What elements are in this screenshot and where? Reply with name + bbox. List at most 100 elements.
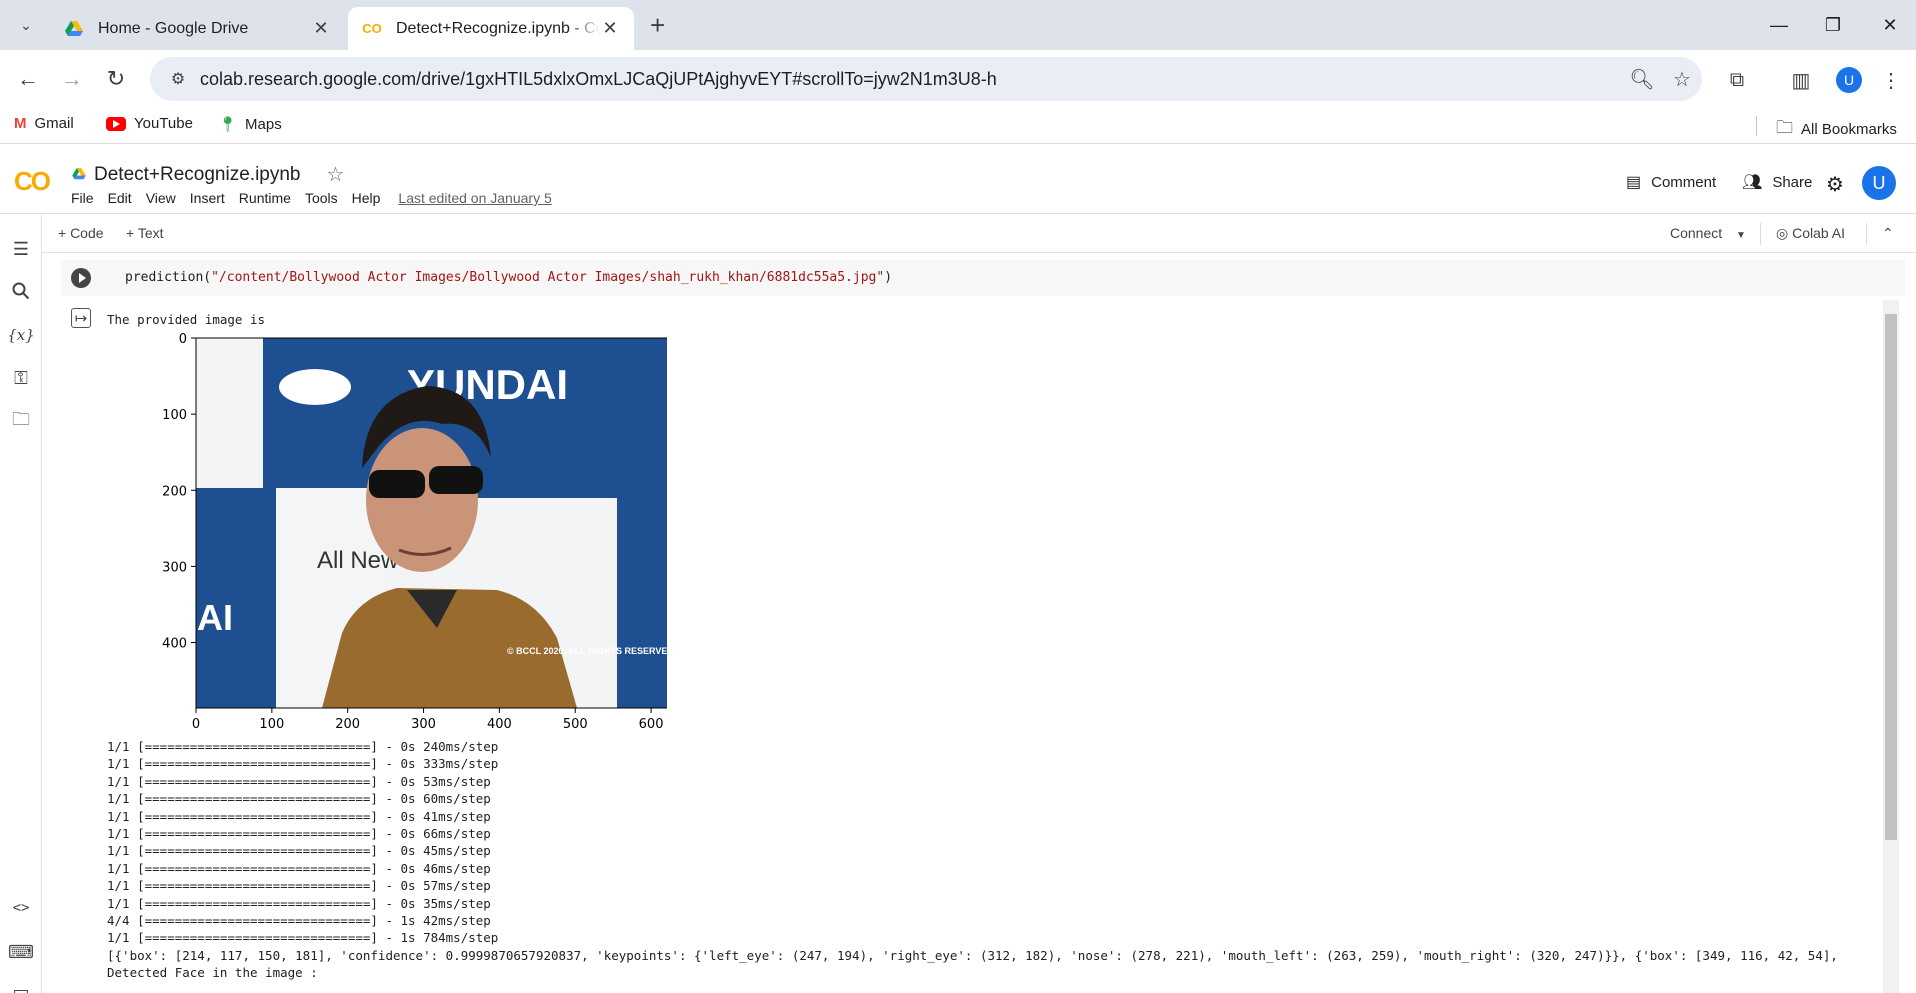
search-icon[interactable] — [8, 278, 34, 304]
colab-ai-label: Colab AI — [1792, 225, 1846, 241]
terminal-icon[interactable]: ▭ — [8, 979, 34, 993]
drive-icon — [72, 164, 86, 186]
add-code-button[interactable]: + Code — [58, 225, 104, 241]
share-button[interactable]: 👥︎ Share — [1742, 172, 1812, 192]
code-editor-line[interactable]: prediction("/content/Bollywood Actor Ima… — [125, 270, 892, 285]
folder-icon: 🗀 — [1776, 118, 1793, 137]
notebook-title[interactable]: Detect+Recognize.ipynb — [94, 164, 301, 186]
browser-toolbar: ← → ↻ ⚙ colab.research.google.com/drive/… — [0, 50, 1916, 108]
left-sidebar: ☰ {x} ⚿ 🗀 <> ⌨ ▭ — [0, 215, 42, 993]
bookmarks-bar: M Gmail YouTube 📍︎ Maps 🗀 All Bookmarks — [0, 108, 1916, 144]
log-line: [{'box': [214, 117, 150, 181], 'confiden… — [107, 947, 1838, 963]
tab-title: Home - Google Drive — [98, 19, 249, 37]
all-bookmarks[interactable]: 🗀 All Bookmarks — [1776, 115, 1897, 144]
files-folder-icon[interactable]: 🗀 — [8, 409, 34, 435]
menu-tools[interactable]: Tools — [305, 190, 338, 206]
connect-button[interactable]: Connect ▼ — [1670, 225, 1746, 241]
menu-view[interactable]: View — [146, 190, 176, 206]
forward-arrow-icon[interactable]: → — [55, 62, 89, 96]
comment-button[interactable]: ▤ Comment — [1626, 172, 1716, 192]
log-line: 1/1 [==============================] - 0… — [107, 808, 491, 824]
y-axis: 0 100 200 300 400 — [162, 332, 196, 652]
y-tick-label: 200 — [162, 484, 187, 499]
log-line: 4/4 [==============================] - 1… — [107, 913, 491, 929]
y-tick-label: 0 — [179, 332, 187, 347]
reload-icon[interactable]: ↻ — [99, 62, 133, 96]
close-tab-icon[interactable]: ✕ — [311, 18, 331, 39]
extensions-icon[interactable]: ⧉ — [1720, 63, 1754, 97]
bookmark-youtube[interactable]: YouTube — [106, 115, 193, 132]
all-bookmarks-label: All Bookmarks — [1801, 121, 1897, 138]
close-tab-icon[interactable]: ✕ — [600, 18, 620, 39]
last-edited-link[interactable]: Last edited on January 5 — [398, 190, 551, 206]
bookmark-star-icon[interactable]: ☆ — [1662, 67, 1702, 92]
copyright-watermark: © BCCL 2020. ALL RIGHTS RESERVED. — [507, 646, 667, 656]
add-text-button[interactable]: + Text — [126, 225, 164, 241]
run-cell-button[interactable] — [71, 268, 91, 288]
site-info-icon[interactable]: ⚙ — [156, 69, 200, 89]
log-line: 1/1 [==============================] - 0… — [107, 878, 491, 894]
gmail-icon: M — [14, 115, 27, 132]
url-text[interactable]: colab.research.google.com/drive/1gxHTIL5… — [200, 69, 1622, 90]
comment-label: Comment — [1651, 173, 1717, 191]
image-plot: YUNDAI All New AI © BCCL 2020. ALL RIGHT… — [162, 332, 667, 728]
tab-colab[interactable]: CO Detect+Recognize.ipynb - Colab ✕ — [348, 7, 634, 50]
photo-shah-rukh-khan: YUNDAI All New AI © BCCL 2020. ALL RIGHT… — [196, 338, 667, 708]
secrets-key-icon[interactable]: ⚿ — [8, 365, 34, 391]
code-string-literal: "/content/Bollywood Actor Images/Bollywo… — [211, 270, 885, 285]
log-line: 1/1 [==============================] - 0… — [107, 843, 491, 859]
colab-logo[interactable]: CO — [14, 166, 51, 197]
connect-label: Connect — [1670, 225, 1723, 241]
google-drive-icon — [64, 19, 84, 39]
tab-google-drive[interactable]: Home - Google Drive ✕ — [50, 7, 345, 50]
bookmark-label: YouTube — [134, 115, 193, 132]
variables-icon[interactable]: {x} — [7, 322, 35, 348]
new-tab-plus-icon[interactable]: + — [650, 12, 665, 38]
user-avatar[interactable]: U — [1862, 166, 1896, 200]
output-menu-icon[interactable]: ↦ — [71, 308, 91, 328]
comment-icon: ▤ — [1626, 174, 1642, 191]
bookmark-separator — [1756, 116, 1757, 136]
tab-search-chevron-icon[interactable]: ⌄ — [10, 10, 42, 40]
bookmark-label: Maps — [245, 115, 282, 133]
share-label: Share — [1772, 173, 1813, 191]
output-scrollbar[interactable] — [1883, 300, 1899, 993]
tab-title: Detect+Recognize.ipynb - Colab — [396, 19, 600, 37]
notebook-area: prediction("/content/Bollywood Actor Ima… — [43, 254, 1916, 993]
table-of-contents-icon[interactable]: ☰ — [8, 236, 34, 262]
colab-ai-button[interactable]: ◎ Colab AI — [1776, 225, 1845, 242]
settings-gear-icon[interactable]: ⚙ — [1826, 172, 1844, 197]
x-tick-label: 200 — [335, 717, 360, 728]
command-palette-icon[interactable]: ⌨ — [8, 939, 34, 965]
menu-file[interactable]: File — [71, 190, 94, 206]
collapse-chevron-up-icon[interactable]: ⌃ — [1882, 225, 1894, 242]
log-line: 1/1 [==============================] - 0… — [107, 860, 491, 876]
zoom-icon[interactable]: 🔍︎ — [1622, 67, 1662, 92]
close-window-icon[interactable]: ✕ — [1872, 8, 1908, 42]
log-line: 1/1 [==============================] - 0… — [107, 791, 491, 807]
code-close-paren: ) — [884, 270, 893, 285]
log-line: 1/1 [==============================] - 0… — [107, 826, 491, 842]
code-cell[interactable]: prediction("/content/Bollywood Actor Ima… — [61, 260, 1905, 296]
minimize-icon[interactable]: — — [1761, 8, 1797, 42]
toolbar-divider — [1866, 223, 1867, 245]
scrollbar-thumb[interactable] — [1885, 314, 1897, 840]
profile-avatar[interactable]: U — [1832, 63, 1866, 97]
restore-icon[interactable]: ❐ — [1815, 8, 1851, 42]
browser-menu-icon[interactable]: ⋮ — [1874, 63, 1908, 97]
side-panel-icon[interactable]: ▥ — [1784, 63, 1818, 97]
menu-edit[interactable]: Edit — [108, 190, 132, 206]
y-tick-label: 400 — [162, 637, 187, 652]
code-snippets-icon[interactable]: <> — [8, 895, 34, 921]
bookmark-maps[interactable]: 📍︎ Maps — [218, 115, 282, 134]
colab-header: CO Detect+Recognize.ipynb ☆ File Edit Vi… — [0, 144, 1916, 214]
menu-insert[interactable]: Insert — [190, 190, 225, 206]
back-arrow-icon[interactable]: ← — [11, 62, 45, 96]
address-bar[interactable]: ⚙ colab.research.google.com/drive/1gxHTI… — [150, 57, 1702, 101]
bookmark-gmail[interactable]: M Gmail — [14, 115, 74, 132]
x-tick-label: 100 — [259, 717, 284, 728]
output-heading: The provided image is — [107, 312, 266, 327]
menu-runtime[interactable]: Runtime — [239, 190, 291, 206]
menu-help[interactable]: Help — [352, 190, 381, 206]
star-icon[interactable]: ☆ — [327, 162, 345, 187]
